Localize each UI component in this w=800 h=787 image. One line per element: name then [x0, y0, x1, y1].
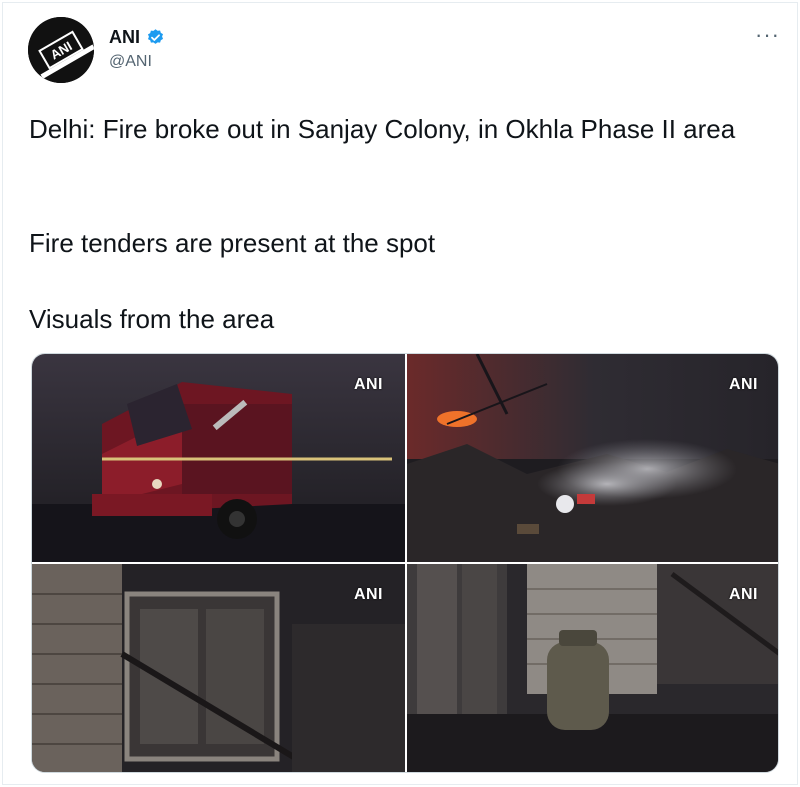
tweet-text-line-1: Delhi: Fire broke out in Sanjay Colony, … [29, 114, 736, 144]
tweet-text-line-2: Fire tenders are present at the spot [29, 228, 436, 258]
media-grid: ANI ANI ANI ANI [31, 353, 779, 773]
media-photo-burnt-doorway[interactable]: ANI [32, 564, 405, 772]
media-photo-fire-tender[interactable]: ANI [32, 354, 405, 562]
more-horizontal-icon[interactable]: ··· [755, 24, 780, 46]
ani-watermark: ANI [728, 586, 758, 603]
fire-tender-photo [32, 354, 405, 562]
media-photo-gas-cylinder[interactable]: ANI [407, 564, 778, 772]
tweet-text-line-3: Visuals from the area [29, 304, 275, 334]
burning-debris-photo [407, 354, 778, 562]
ani-watermark: ANI [353, 586, 383, 603]
author-handle[interactable]: @ANI [109, 53, 152, 71]
burnt-doorway-photo [32, 564, 405, 772]
ani-logo-icon: ANI [28, 17, 94, 83]
gas-cylinder-photo [407, 564, 778, 772]
media-photo-burning-debris[interactable]: ANI [407, 354, 778, 562]
author-name-row[interactable]: ANI [109, 27, 165, 48]
tweet-card: ANI ANI @ANI ··· Delhi: Fire broke out i… [2, 2, 798, 785]
ani-watermark: ANI [353, 376, 383, 393]
verified-badge-icon [146, 28, 165, 47]
ani-watermark: ANI [728, 376, 758, 393]
display-name[interactable]: ANI [109, 27, 140, 48]
avatar[interactable]: ANI [28, 17, 94, 83]
